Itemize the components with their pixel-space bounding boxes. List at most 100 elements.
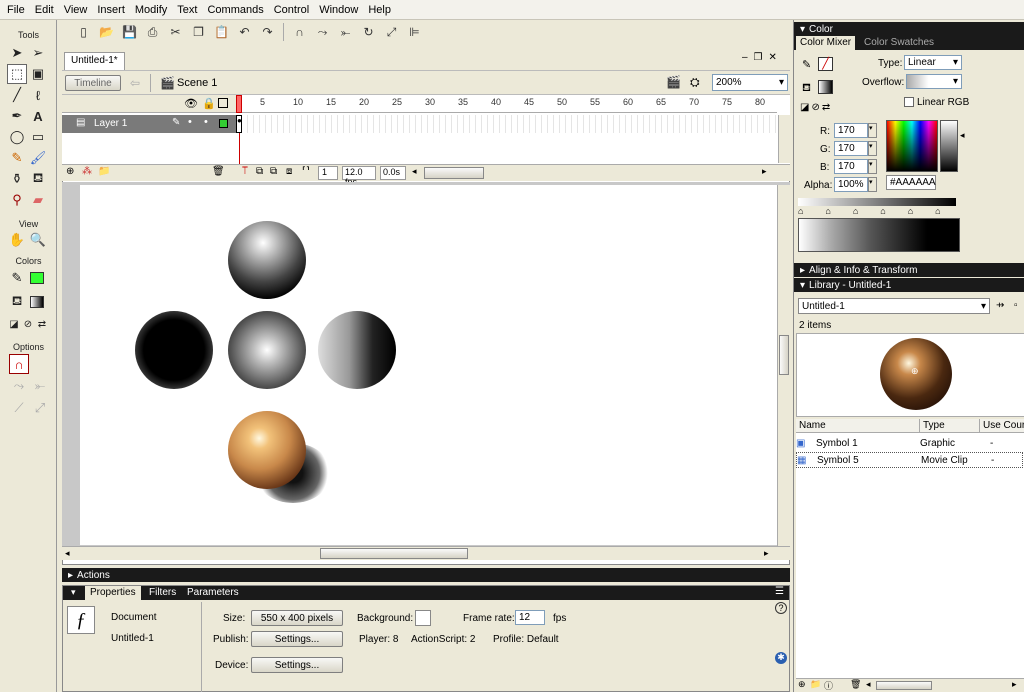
pencil-icon[interactable]: ✎ <box>7 148 27 168</box>
menu-text[interactable]: Text <box>172 0 202 20</box>
add-layer-icon[interactable]: ⊕ <box>66 166 74 177</box>
frame-rate[interactable]: 12.0 fps <box>342 166 376 187</box>
layer-outline-swatch[interactable] <box>219 119 228 128</box>
snap-to-objects-icon[interactable]: ∩ <box>9 354 29 374</box>
menu-edit[interactable]: Edit <box>30 0 59 20</box>
menu-modify[interactable]: Modify <box>130 0 172 20</box>
col-type[interactable]: Type <box>920 419 980 433</box>
brightness-slider[interactable] <box>940 120 958 172</box>
scroll-left-icon[interactable]: ◂ <box>412 166 417 177</box>
new-file-icon[interactable]: ▯ <box>72 22 95 42</box>
scroll-left-icon[interactable]: ◂ <box>65 548 70 559</box>
linear-rgb-checkbox[interactable] <box>904 97 914 107</box>
outline-icon[interactable] <box>218 98 228 108</box>
layer-row[interactable]: ▤ Layer 1 ✎ • • <box>62 115 236 133</box>
brightness-arrow-icon[interactable]: ◂ <box>960 130 965 141</box>
zoom-icon[interactable]: 🔍 <box>28 230 48 250</box>
col-use-count[interactable]: Use Cour <box>980 419 1024 433</box>
center-frame-icon[interactable]: ⟙ <box>242 166 248 177</box>
hex-input[interactable]: #AAAAAA <box>886 175 936 190</box>
ink-bottle-icon[interactable]: ⚱ <box>7 169 27 189</box>
menu-insert[interactable]: Insert <box>92 0 130 20</box>
save-icon[interactable]: 💾 <box>118 22 141 42</box>
gradient-type-select[interactable]: Linear ▾ <box>904 55 962 70</box>
new-symbol-icon[interactable]: ⊕ <box>798 679 806 690</box>
subselection-arrow-icon[interactable]: ➢ <box>28 43 48 63</box>
scroll-right-icon[interactable]: ▸ <box>764 548 769 559</box>
delete-layer-icon[interactable]: 🗑 <box>212 166 225 177</box>
background-color-swatch[interactable] <box>415 610 431 626</box>
tab-color-swatches[interactable]: Color Swatches <box>864 37 934 48</box>
overflow-select[interactable]: ▾ <box>906 74 962 89</box>
eraser-icon[interactable]: ▰ <box>28 190 48 210</box>
gradient-bar[interactable] <box>798 198 956 206</box>
add-folder-icon[interactable]: 📁 <box>98 166 110 177</box>
list-item[interactable]: ▣ Symbol 1 Graphic - <box>796 435 1024 451</box>
stroke-none-swatch[interactable]: ╱ <box>818 57 833 71</box>
help-icon[interactable]: ? <box>775 602 787 614</box>
alpha-dropdown[interactable]: ▾ <box>868 177 877 192</box>
color-spectrum[interactable] <box>886 120 938 172</box>
panel-menu-icon[interactable]: ☰ <box>775 586 784 597</box>
menu-help[interactable]: Help <box>363 0 396 20</box>
sphere-center[interactable] <box>228 311 306 389</box>
eye-icon[interactable]: 👁 <box>184 97 198 110</box>
menu-file[interactable]: File <box>2 0 30 20</box>
zoom-select[interactable]: 200% ▾ <box>712 74 788 91</box>
stage-hscroll[interactable]: ◂ ▸ <box>62 546 790 560</box>
edit-multiple-icon[interactable]: ⧈ <box>286 166 292 177</box>
delete-icon[interactable]: 🗑 <box>850 679 861 690</box>
rectangle-icon[interactable]: ▭ <box>28 127 48 147</box>
color-mode-icons[interactable]: ◪⊘⇄ <box>800 102 832 113</box>
r-dropdown[interactable]: ▾ <box>868 123 877 138</box>
scroll-left-icon[interactable]: ◂ <box>866 679 871 690</box>
pin-library-icon[interactable]: ⇸ <box>996 300 1004 311</box>
b-input[interactable]: 170 <box>834 159 868 174</box>
fill-gradient-swatch[interactable] <box>818 80 833 94</box>
layer-name[interactable]: Layer 1 <box>94 118 127 129</box>
swap-colors-icon[interactable]: ⇄ <box>32 314 52 334</box>
size-button[interactable]: 550 x 400 pixels <box>251 610 343 626</box>
frame-ruler[interactable]: 5 10 15 20 25 30 35 40 45 50 55 60 65 70 75 80 <box>236 95 777 113</box>
paste-icon[interactable]: 📋 <box>210 22 233 42</box>
sphere-right[interactable] <box>318 311 396 389</box>
tab-parameters[interactable]: Parameters <box>187 587 239 598</box>
menu-window[interactable]: Window <box>314 0 363 20</box>
g-input[interactable]: 170 <box>834 141 868 156</box>
align-icon[interactable]: ⊫ <box>403 22 426 42</box>
stage-vscroll-thumb[interactable] <box>779 335 789 375</box>
menu-commands[interactable]: Commands <box>202 0 268 20</box>
onion-markers-icon[interactable]: ⸢⸣ <box>302 166 310 177</box>
device-settings-button[interactable]: Settings... <box>251 657 343 673</box>
list-item[interactable]: ▦ Symbol 5 Movie Clip - <box>796 452 1023 468</box>
tab-color-mixer[interactable]: Color Mixer <box>796 36 856 50</box>
onion-outline-icon[interactable]: ⧉ <box>270 166 277 177</box>
gradient-pointers[interactable]: ⌂⌂⌂⌂⌂⌂ <box>798 206 958 218</box>
sphere-left[interactable] <box>135 311 213 389</box>
eyedropper-icon[interactable]: ⚲ <box>7 190 27 210</box>
undo-icon[interactable]: ↶ <box>233 22 256 42</box>
window-controls[interactable]: –❐✕ <box>742 52 783 63</box>
new-library-icon[interactable]: ▫ <box>1014 300 1018 311</box>
tab-filters[interactable]: Filters <box>149 587 176 598</box>
actions-panel-header[interactable]: ▸ Actions <box>62 568 790 582</box>
library-panel-header[interactable]: ▾ Library - Untitled-1 <box>794 278 1024 292</box>
smooth-icon[interactable]: ⤳ <box>311 22 334 42</box>
straighten-icon[interactable]: ⤜ <box>334 22 357 42</box>
scroll-right-icon[interactable]: ▸ <box>762 166 767 177</box>
gradient-transform-icon[interactable]: ▣ <box>28 64 48 84</box>
redo-icon[interactable]: ↷ <box>256 22 279 42</box>
hand-icon[interactable]: ✋ <box>7 230 27 250</box>
open-folder-icon[interactable]: 📂 <box>95 22 118 42</box>
rotate-icon[interactable]: ↻ <box>357 22 380 42</box>
publish-settings-button[interactable]: Settings... <box>251 631 343 647</box>
g-dropdown[interactable]: ▾ <box>868 141 877 156</box>
alpha-input[interactable]: 100% <box>834 177 868 192</box>
edit-symbols-icon[interactable]: ⛭ <box>690 75 700 90</box>
new-folder-icon[interactable]: 📁 <box>810 679 821 690</box>
stage[interactable] <box>80 185 777 545</box>
library-hscroll-thumb[interactable] <box>876 681 932 690</box>
timeline-button[interactable]: Timeline <box>65 75 121 91</box>
stroke-color-swatch[interactable] <box>30 272 44 284</box>
paint-bucket-icon[interactable]: ⛾ <box>28 169 48 189</box>
